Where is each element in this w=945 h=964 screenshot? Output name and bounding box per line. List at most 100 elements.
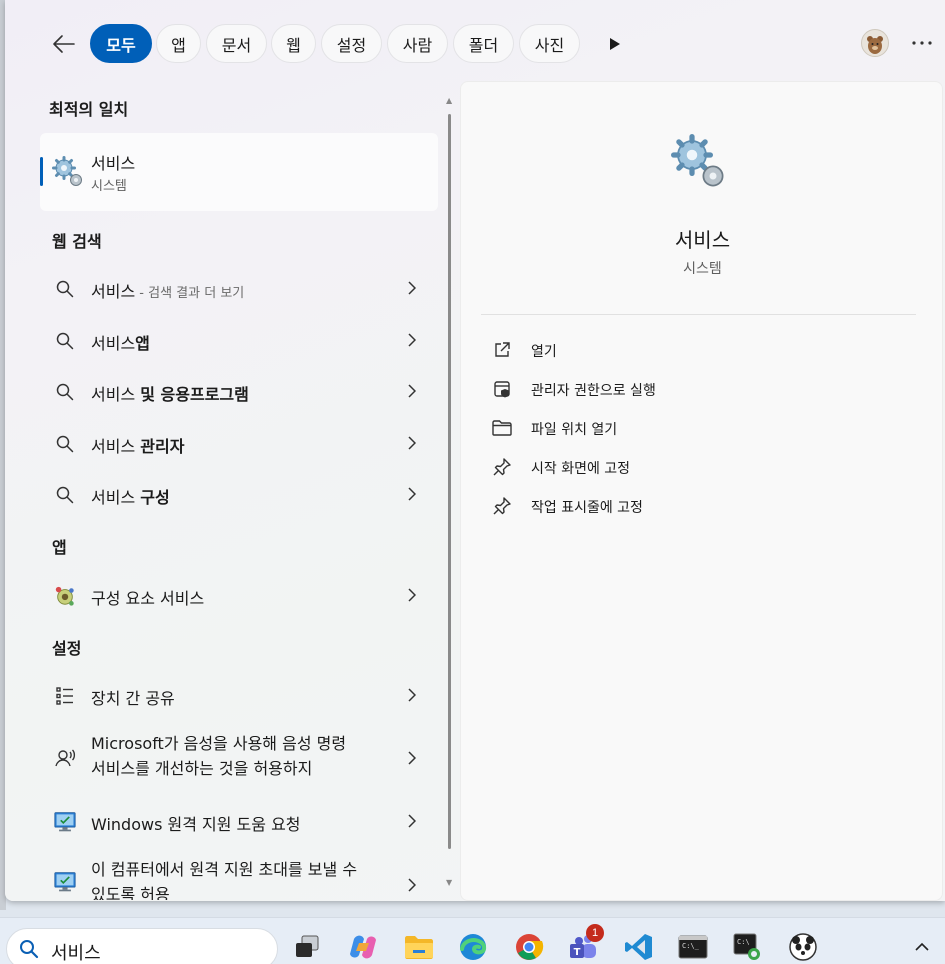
divider [481, 314, 916, 315]
tab-settings[interactable]: 설정 [321, 24, 382, 63]
tab-all[interactable]: 모두 [90, 24, 152, 63]
chevron-right-icon [404, 812, 420, 830]
search-panel: 모두 앱 문서 웹 설정 사람 폴더 사진 최적의 일치 서비스 시스템 웹 검… [5, 0, 945, 901]
web-search-item[interactable]: 서비스 구성 [40, 471, 438, 517]
tab-documents[interactable]: 문서 [206, 24, 267, 63]
taskbar: 서비스 T 1 C:\_ C:\ [0, 917, 945, 964]
terminal-button[interactable]: C:\_ [676, 930, 710, 964]
pin-to-start-action[interactable]: 시작 화면에 고정 [491, 452, 911, 482]
folder-icon [405, 936, 433, 959]
setting-item-speech-privacy[interactable]: Microsoft가 음성을 사용해 음성 명령 서비스를 개선하는 것을 허용… [40, 728, 438, 788]
app-button[interactable] [786, 930, 820, 964]
search-icon [54, 433, 76, 455]
action-label: 열기 [531, 344, 557, 360]
chevron-right-icon [404, 876, 420, 894]
remote-assistance-icon [54, 811, 76, 833]
command-prompt-icon: C:\ [733, 933, 760, 960]
web-search-label: 서비스 구성 [91, 488, 170, 507]
results-list: 최적의 일치 서비스 시스템 웹 검색 서비스 - 검색 결과 더 보기 서비스… [5, 82, 455, 901]
tab-folders[interactable]: 폴더 [453, 24, 514, 63]
copilot-button[interactable] [346, 930, 380, 964]
detail-pane: 서비스 시스템 열기 관리자 권한으로 실행 파일 위치 열기 시작 화면에 고… [460, 81, 943, 901]
web-search-label: 서비스 관리자 [91, 437, 185, 456]
svg-text:T: T [574, 947, 581, 958]
svg-text:C:\: C:\ [737, 938, 750, 946]
open-file-location-action[interactable]: 파일 위치 열기 [491, 413, 911, 443]
scroll-down-icon[interactable]: ▼ [446, 878, 452, 887]
chevron-right-icon [404, 331, 420, 349]
app-label: 구성 요소 서비스 [91, 589, 205, 608]
copilot-icon [350, 935, 376, 959]
back-button[interactable] [49, 30, 79, 58]
pin-icon [491, 457, 513, 477]
web-search-item[interactable]: 서비스 - 검색 결과 더 보기 [40, 265, 438, 311]
pin-to-taskbar-action[interactable]: 작업 표시줄에 고정 [491, 491, 911, 521]
app-item-component-services[interactable]: 구성 요소 서비스 [40, 572, 438, 618]
back-arrow-icon [53, 35, 75, 53]
best-match-item[interactable]: 서비스 시스템 [40, 133, 438, 211]
file-explorer-button[interactable] [402, 930, 436, 964]
detail-type: 시스템 [683, 261, 722, 277]
action-label: 작업 표시줄에 고정 [531, 500, 643, 516]
best-match-heading: 최적의 일치 [49, 100, 129, 119]
scroll-up-icon[interactable]: ▲ [446, 96, 452, 105]
run-as-admin-action[interactable]: 관리자 권한으로 실행 [491, 374, 911, 404]
setting-label: Windows 원격 지원 도움 요청 [91, 815, 301, 834]
folder-icon [491, 418, 513, 438]
chevron-right-icon [404, 382, 420, 400]
web-search-item[interactable]: 서비스 관리자 [40, 420, 438, 466]
search-icon [54, 278, 76, 300]
task-view-icon [296, 935, 319, 957]
search-icon [54, 381, 76, 403]
play-icon [610, 38, 620, 50]
avatar[interactable] [861, 29, 889, 57]
scroll-thumb[interactable] [448, 114, 451, 849]
web-search-heading: 웹 검색 [52, 232, 102, 251]
remote-assistance-icon [54, 871, 76, 893]
setting-item-nearby-sharing[interactable]: 장치 간 공유 [40, 672, 438, 718]
web-search-item[interactable]: 서비스앱 [40, 317, 438, 363]
tab-apps[interactable]: 앱 [156, 24, 201, 63]
chevron-right-icon [404, 686, 420, 704]
setting-label: 이 컴퓨터에서 원격 지원 초대를 보낼 수 있도록 허용 [91, 860, 358, 900]
best-match-subtitle: 시스템 [91, 179, 127, 194]
more-options-button[interactable] [908, 32, 936, 54]
tab-web[interactable]: 웹 [271, 24, 316, 63]
chevron-right-icon [404, 434, 420, 452]
more-tabs-button[interactable] [605, 34, 625, 54]
chrome-button[interactable] [512, 930, 546, 964]
chevron-up-icon [915, 942, 929, 951]
chevron-right-icon [404, 485, 420, 503]
setting-item-remote-assistance-request[interactable]: Windows 원격 지원 도움 요청 [40, 798, 438, 844]
search-icon [54, 484, 76, 506]
setting-item-allow-remote-assistance[interactable]: 이 컴퓨터에서 원격 지원 초대를 보낼 수 있도록 허용 [40, 854, 438, 900]
selection-indicator [40, 157, 43, 186]
terminal-icon: C:\_ [678, 935, 708, 959]
tab-people[interactable]: 사람 [387, 24, 448, 63]
results-scrollbar[interactable]: ▲ ▼ [446, 96, 453, 896]
services-gear-icon [52, 156, 84, 192]
chevron-right-icon [404, 586, 420, 604]
open-action[interactable]: 열기 [491, 335, 911, 365]
taskbar-search-box[interactable]: 서비스 [6, 928, 278, 964]
setting-label: Microsoft가 음성을 사용해 음성 명령 서비스를 개선하는 것을 허용… [91, 734, 347, 778]
vscode-button[interactable] [622, 930, 656, 964]
svg-text:C:\_: C:\_ [682, 942, 700, 950]
action-label: 파일 위치 열기 [531, 422, 618, 438]
web-search-label: 서비스앱 [91, 334, 150, 353]
chevron-right-icon [404, 279, 420, 297]
edge-icon [460, 934, 487, 960]
notification-badge: 1 [586, 924, 604, 942]
edge-button[interactable] [456, 930, 490, 964]
panda-app-icon [789, 933, 817, 961]
apps-heading: 앱 [52, 538, 67, 557]
tab-photos[interactable]: 사진 [519, 24, 580, 63]
show-hidden-icons-button[interactable] [912, 938, 932, 954]
pin-icon [491, 496, 513, 516]
teams-button[interactable]: T 1 [566, 924, 604, 964]
search-query[interactable]: 서비스 [51, 939, 101, 964]
web-search-item[interactable]: 서비스 및 응용프로그램 [40, 368, 438, 414]
open-external-icon [491, 340, 513, 360]
task-view-button[interactable] [290, 930, 324, 964]
command-prompt-button[interactable]: C:\ [730, 930, 764, 964]
